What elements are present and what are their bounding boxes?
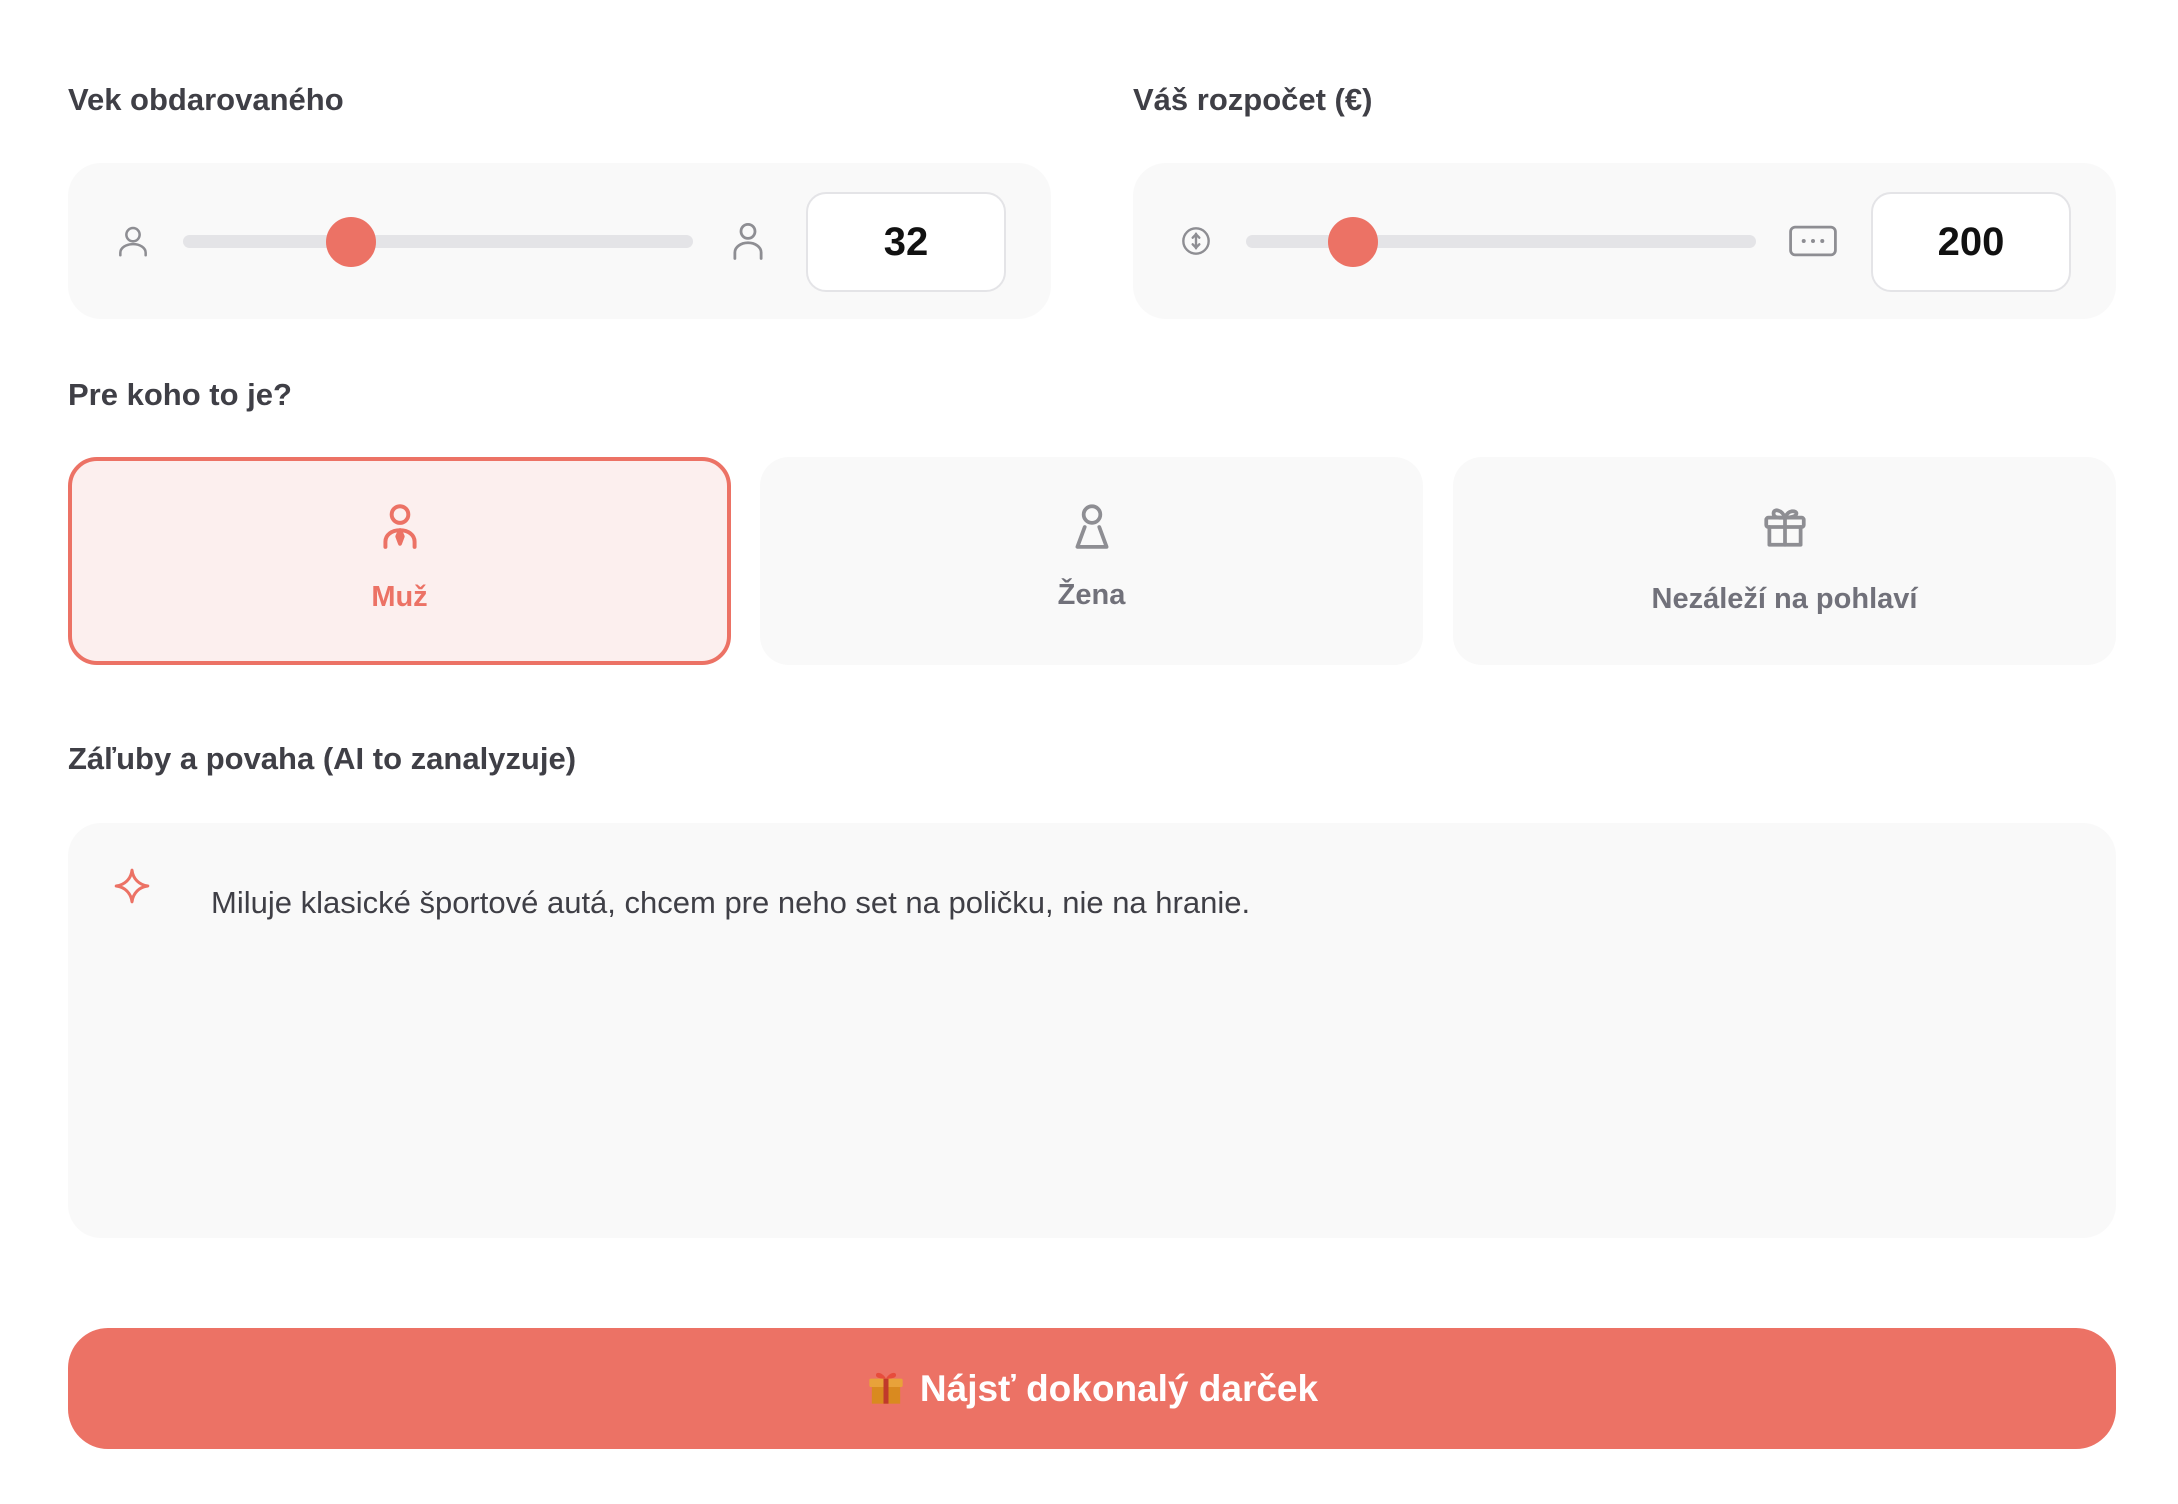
age-label: Vek obdarovaného [68,82,344,117]
gender-option-male[interactable]: Muž [68,457,731,665]
budget-label: Váš rozpočet (€) [1133,82,1373,117]
male-person-icon [375,501,425,551]
banknote-icon [1788,224,1838,258]
person-outline-icon [114,222,152,260]
age-slider-thumb[interactable] [326,216,377,267]
female-person-icon [1067,501,1117,551]
find-gift-button-label: Nájsť dokonalý darček [919,1367,1319,1409]
budget-slider[interactable] [1246,216,1756,267]
gift-icon [1760,501,1810,551]
hobbies-textarea[interactable]: Miluje klasické športové autá, chcem pre… [68,823,2116,1238]
age-panel: 32 [68,163,1051,319]
hobbies-label: Záľuby a povaha (AI to zanalyzuje) [68,741,577,776]
gender-option-female[interactable]: Žena [760,457,1423,665]
hobbies-text: Miluje klasické športové autá, chcem pre… [211,885,1251,920]
gender-option-label: Nezáleží na pohlaví [1651,583,1918,615]
person-outline-icon [727,219,769,263]
budget-input[interactable]: 200 [1871,192,2071,292]
sparkle-icon [112,866,152,906]
gender-option-label: Žena [1057,579,1126,611]
age-slider[interactable] [183,216,693,267]
coin-icon [1180,225,1212,257]
gender-option-any[interactable]: Nezáleží na pohlaví [1453,457,2116,665]
find-gift-button[interactable]: Nájsť dokonalý darček [68,1328,2116,1449]
budget-slider-thumb[interactable] [1328,216,1379,267]
gender-option-label: Muž [371,581,428,613]
budget-panel: 200 [1133,163,2116,319]
gift-finder-form: Vek obdarovaného 32 Váš rozpočet (€) 200… [0,0,2178,1504]
age-input[interactable]: 32 [806,192,1006,292]
recipient-label: Pre koho to je? [68,377,292,412]
gift-emoji-icon [866,1367,906,1407]
